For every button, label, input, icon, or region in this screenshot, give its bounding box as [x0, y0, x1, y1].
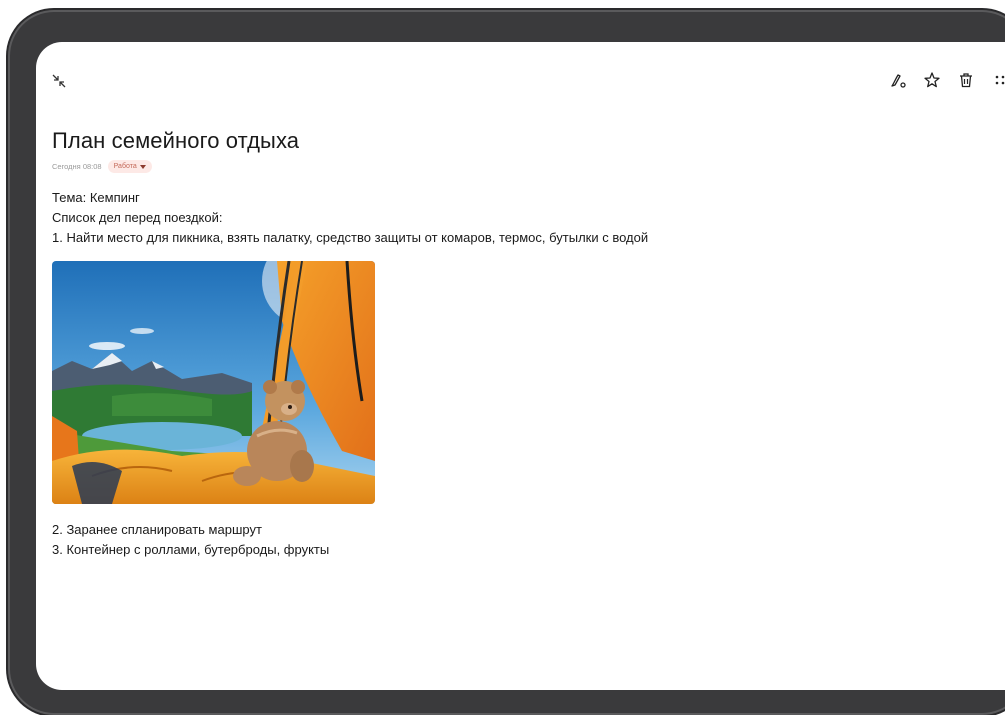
- teddy-bear-in-tent-photo: [52, 261, 375, 504]
- draw-icon[interactable]: [888, 70, 908, 90]
- note-toolbar: [888, 70, 1005, 90]
- more-icon[interactable]: [990, 70, 1005, 90]
- body-line: Тема: Кемпинг: [52, 190, 140, 205]
- note-body-top[interactable]: Тема: Кемпинг Список дел перед поездкой:…: [52, 188, 648, 248]
- chevron-down-icon: [139, 164, 146, 169]
- collapse-icon[interactable]: [50, 72, 68, 90]
- note-timestamp: Сегодня 08:08: [52, 162, 102, 171]
- note-meta: Сегодня 08:08 Работа: [52, 160, 152, 173]
- trash-icon[interactable]: [956, 70, 976, 90]
- body-line: Список дел перед поездкой:: [52, 210, 223, 225]
- note-body-bottom[interactable]: 2. Заранее спланировать маршрут 3. Конте…: [52, 520, 329, 560]
- category-tag-label: Работа: [113, 163, 137, 170]
- body-line: 1. Найти место для пикника, взять палатк…: [52, 230, 649, 245]
- device-frame: План семейного отдыха Сегодня 08:08 Рабо…: [8, 10, 1005, 715]
- body-line: 3. Контейнер с роллами, бутерброды, фрук…: [52, 542, 330, 557]
- note-image[interactable]: [52, 261, 375, 504]
- star-icon[interactable]: [922, 70, 942, 90]
- body-line: 2. Заранее спланировать маршрут: [52, 522, 262, 537]
- note-screen: План семейного отдыха Сегодня 08:08 Рабо…: [36, 42, 1005, 690]
- note-title[interactable]: План семейного отдыха: [52, 128, 299, 154]
- category-tag[interactable]: Работа: [107, 160, 152, 173]
